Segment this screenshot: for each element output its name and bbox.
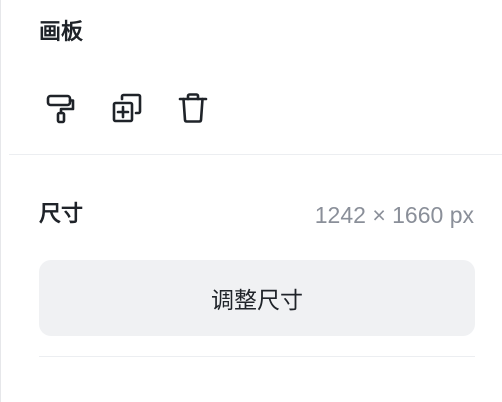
delete-button[interactable] [171,86,215,130]
section-divider [9,154,502,155]
trash-icon [176,91,210,125]
bottom-divider [39,356,475,357]
resize-button[interactable]: 调整尺寸 [39,260,475,336]
paint-roller-button[interactable] [39,86,83,130]
paint-roller-icon [44,91,78,125]
artboard-section-title: 画板 [39,20,84,45]
duplicate-icon [110,91,144,125]
artboard-toolbar [39,86,215,130]
size-section-title: 尺寸 [39,202,84,227]
duplicate-button[interactable] [105,86,149,130]
artboard-panel: 画板 尺寸 1242 × 1660 px 调整尺寸 [0,0,502,402]
size-value: 1242 × 1660 px [314,202,474,228]
